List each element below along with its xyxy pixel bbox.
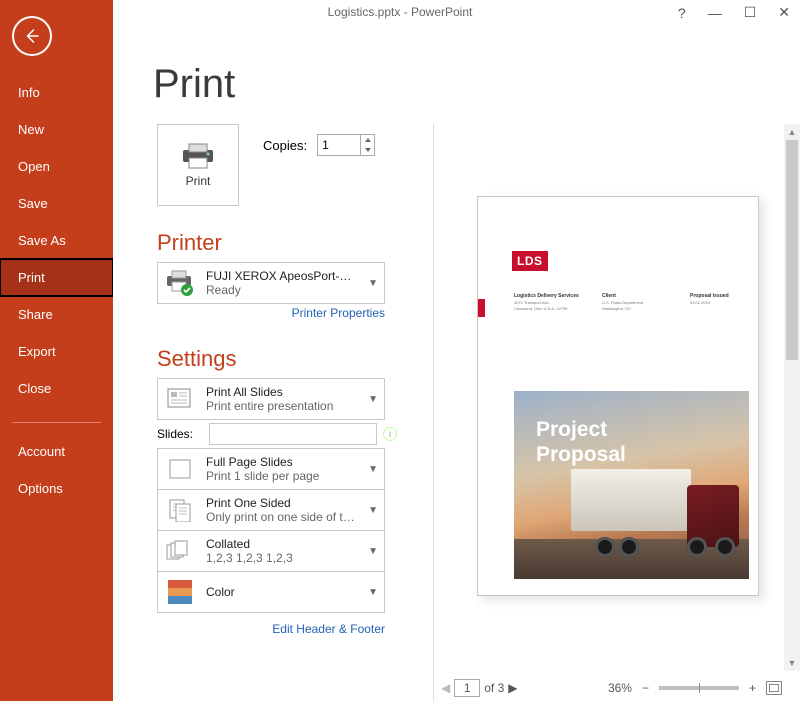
printer-dropdown[interactable]: FUJI XEROX ApeosPort-VI C3… Ready ▼ <box>157 262 385 304</box>
slide-preview: LDS Logistics Delivery Services 4071 Tra… <box>477 196 759 596</box>
printer-name: FUJI XEROX ApeosPort-VI C3… <box>206 269 358 283</box>
preview-col1-head: Logistics Delivery Services <box>514 293 579 299</box>
zoom-in-button[interactable]: + <box>749 681 756 695</box>
preview-pane: ▲ ▼ LDS Logistics Delivery Services 4071… <box>435 124 800 701</box>
printer-section-title: Printer <box>157 230 222 256</box>
collate-desc: 1,2,3 1,2,3 1,2,3 <box>206 551 358 565</box>
preview-col2-body: U.S. Parks Department Washington, DC <box>602 300 643 311</box>
sidebar-item-account[interactable]: Account <box>0 433 113 470</box>
print-which-label: Print All Slides <box>206 385 358 399</box>
sidebar-item-new[interactable]: New <box>0 111 113 148</box>
chevron-down-icon: ▼ <box>368 505 378 516</box>
scrollbar-thumb[interactable] <box>786 140 798 360</box>
printer-icon <box>181 142 215 170</box>
back-arrow-icon <box>23 27 41 45</box>
chevron-down-icon: ▼ <box>368 464 378 475</box>
copies-label: Copies: <box>263 138 307 153</box>
color-swatch-icon <box>168 580 192 604</box>
red-tab-icon <box>478 299 485 317</box>
print-button-label: Print <box>186 174 211 188</box>
chevron-down-icon: ▼ <box>368 546 378 557</box>
sided-dropdown[interactable]: Print One Sided Only print on one side o… <box>157 489 385 531</box>
title-bar: Logistics.pptx - PowerPoint ? — ☐ ✕ <box>0 0 800 24</box>
maximize-button[interactable]: ☐ <box>744 4 757 21</box>
zoom-out-button[interactable]: − <box>642 681 649 695</box>
copies-up[interactable] <box>361 135 374 145</box>
preview-photo: Project Proposal <box>514 391 749 579</box>
sidebar-item-save[interactable]: Save <box>0 185 113 222</box>
chevron-down-icon: ▼ <box>368 394 378 405</box>
vertical-scrollbar[interactable]: ▲ ▼ <box>784 124 800 671</box>
lds-logo: LDS <box>512 251 548 271</box>
project-title-text: Project Proposal <box>536 417 626 467</box>
sidebar-item-export[interactable]: Export <box>0 333 113 370</box>
copies-input[interactable] <box>318 135 360 155</box>
one-sided-icon <box>166 498 194 522</box>
page-total: of 3 <box>484 681 504 695</box>
preview-col2-head: Client <box>602 293 643 299</box>
pane-divider <box>433 124 434 701</box>
full-page-icon <box>167 458 193 480</box>
printer-ready-icon <box>165 269 195 297</box>
collated-icon <box>165 539 195 563</box>
print-button[interactable]: Print <box>157 124 239 206</box>
preview-nav: ◀ 1 of 3 ▶ 36% − + <box>441 675 782 701</box>
chevron-down-icon <box>365 148 371 152</box>
preview-col1-body: 4071 Transport Ave. Cleveland, Ohio U.S.… <box>514 300 579 311</box>
print-which-desc: Print entire presentation <box>206 399 358 413</box>
printer-status: Ready <box>206 283 358 297</box>
page-current[interactable]: 1 <box>454 679 480 697</box>
slides-label: Slides: <box>157 427 203 441</box>
print-which-dropdown[interactable]: Print All Slides Print entire presentati… <box>157 378 385 420</box>
scroll-up-icon[interactable]: ▲ <box>784 124 800 140</box>
sidebar-item-save-as[interactable]: Save As <box>0 222 113 259</box>
layout-label: Full Page Slides <box>206 455 358 469</box>
next-page-button[interactable]: ▶ <box>508 681 517 695</box>
printer-properties-link[interactable]: Printer Properties <box>292 306 385 320</box>
slides-input[interactable] <box>209 423 377 445</box>
sided-desc: Only print on one side of th… <box>206 510 358 524</box>
collate-label: Collated <box>206 537 358 551</box>
zoom-slider[interactable] <box>659 686 739 690</box>
prev-page-button[interactable]: ◀ <box>441 681 450 695</box>
sidebar-item-share[interactable]: Share <box>0 296 113 333</box>
info-icon[interactable]: i <box>383 427 397 441</box>
sidebar-separator <box>12 422 101 423</box>
scroll-down-icon[interactable]: ▼ <box>784 655 800 671</box>
backstage-sidebar: Info New Open Save Save As Print Share E… <box>0 0 113 701</box>
help-button[interactable]: ? <box>678 5 686 21</box>
fit-to-window-button[interactable] <box>766 681 782 695</box>
preview-col3-body: 03.02.2019 <box>690 300 729 306</box>
chevron-up-icon <box>365 138 371 142</box>
sidebar-item-info[interactable]: Info <box>0 74 113 111</box>
close-button[interactable]: ✕ <box>778 4 790 21</box>
copies-down[interactable] <box>361 145 374 155</box>
window-title: Logistics.pptx - PowerPoint <box>328 5 473 19</box>
layout-desc: Print 1 slide per page <box>206 469 358 483</box>
chevron-down-icon: ▼ <box>368 587 378 598</box>
chevron-down-icon: ▼ <box>368 278 378 289</box>
page-title: Print <box>153 62 235 107</box>
preview-col3-head: Proposal Issued <box>690 293 729 299</box>
sidebar-item-print[interactable]: Print <box>0 259 113 296</box>
slides-all-icon <box>166 387 194 411</box>
color-label: Color <box>206 585 358 599</box>
zoom-percent: 36% <box>608 681 632 695</box>
minimize-button[interactable]: — <box>708 5 722 21</box>
layout-dropdown[interactable]: Full Page Slides Print 1 slide per page … <box>157 448 385 490</box>
edit-header-footer-link[interactable]: Edit Header & Footer <box>272 622 385 636</box>
main-content: Print Print Copies: Pri <box>113 24 800 701</box>
sidebar-item-options[interactable]: Options <box>0 470 113 507</box>
color-dropdown[interactable]: Color ▼ <box>157 571 385 613</box>
collate-dropdown[interactable]: Collated 1,2,3 1,2,3 1,2,3 ▼ <box>157 530 385 572</box>
sidebar-item-close[interactable]: Close <box>0 370 113 407</box>
sided-label: Print One Sided <box>206 496 358 510</box>
sidebar-item-open[interactable]: Open <box>0 148 113 185</box>
